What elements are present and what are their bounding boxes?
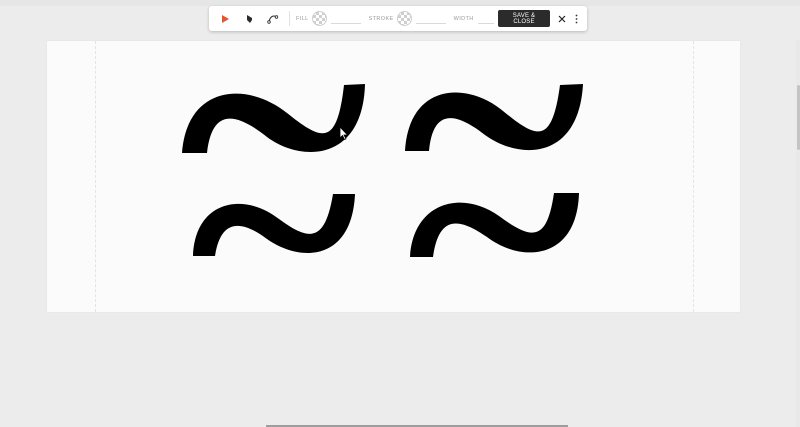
width-value-field[interactable] bbox=[477, 13, 494, 24]
more-vertical-icon bbox=[575, 14, 577, 23]
fill-color-swatch[interactable] bbox=[311, 11, 327, 26]
save-and-close-button[interactable]: SAVE & CLOSE bbox=[498, 10, 550, 27]
canvas-shapes bbox=[182, 84, 583, 257]
tilde-shape[interactable] bbox=[410, 193, 579, 257]
tilde-shape[interactable] bbox=[405, 84, 583, 151]
drawing-canvas[interactable] bbox=[47, 41, 740, 312]
stroke-value-field[interactable] bbox=[415, 13, 446, 24]
stroke-label: STROKE bbox=[368, 15, 394, 22]
tilde-shape[interactable] bbox=[193, 194, 355, 256]
more-options-button[interactable] bbox=[570, 10, 582, 27]
shape-icon bbox=[247, 14, 252, 23]
width-label: WIDTH bbox=[453, 15, 474, 22]
fill-value-field[interactable] bbox=[330, 13, 361, 24]
select-tool-button[interactable] bbox=[213, 7, 237, 31]
tilde-shape[interactable] bbox=[182, 84, 365, 153]
close-button[interactable] bbox=[555, 10, 569, 27]
fill-label: FILL bbox=[296, 15, 309, 22]
line-tool-button[interactable] bbox=[261, 7, 285, 31]
drawing-toolbar: FILL STROKE WIDTH SAVE & CLOSE bbox=[209, 6, 587, 31]
toolbar-divider bbox=[289, 11, 290, 26]
line-path-icon bbox=[267, 14, 279, 24]
stroke-color-swatch[interactable] bbox=[396, 11, 412, 26]
arrow-pointer-icon bbox=[222, 14, 229, 23]
shape-tool-button[interactable] bbox=[237, 7, 261, 31]
close-icon bbox=[558, 15, 566, 22]
